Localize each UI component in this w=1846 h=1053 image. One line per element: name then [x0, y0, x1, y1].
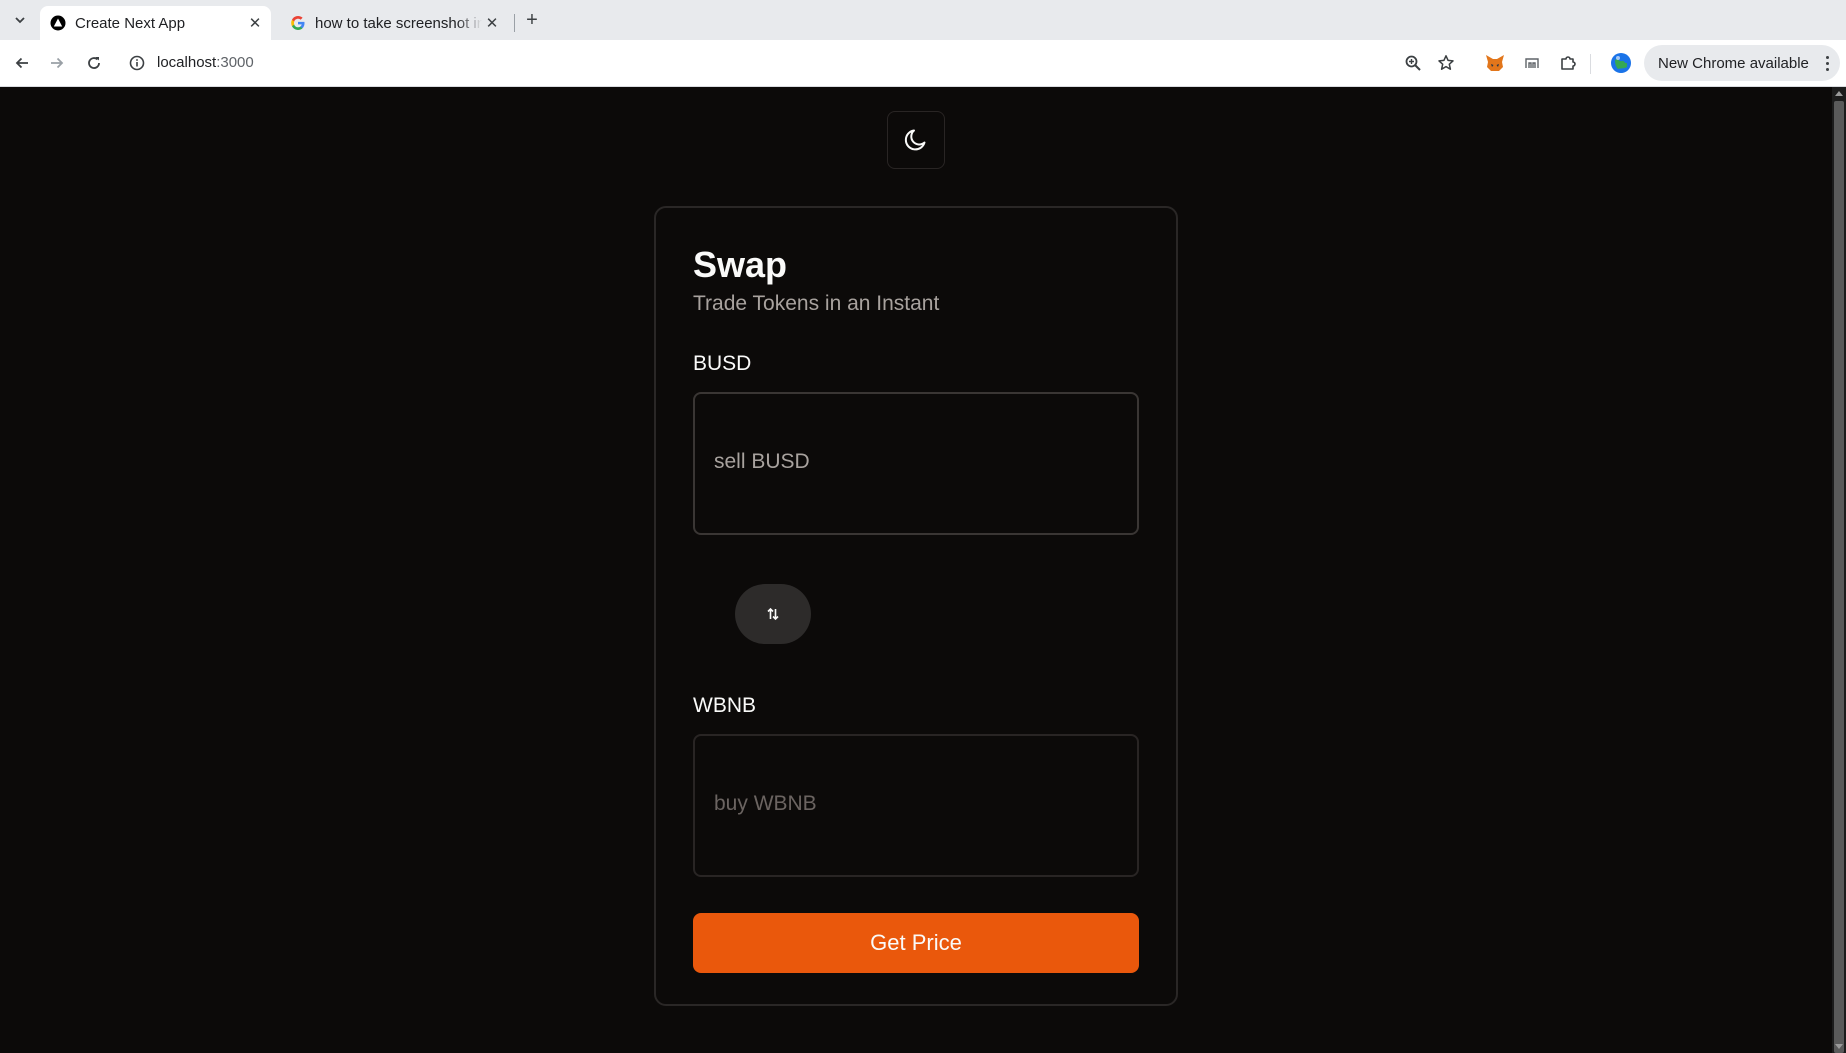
close-icon[interactable]: ✕	[482, 13, 502, 33]
reload-icon	[88, 57, 100, 69]
reload-button[interactable]	[82, 51, 106, 75]
browser-toolbar: localhost:3000 New Chrome available	[0, 40, 1846, 87]
extension-icon	[1525, 58, 1539, 68]
moon-icon	[904, 129, 926, 151]
forward-button[interactable]	[45, 51, 69, 75]
arrow-left-icon	[15, 57, 28, 69]
back-button[interactable]	[10, 51, 34, 75]
extensions-menu-button[interactable]	[1556, 51, 1580, 75]
scroll-down-arrow[interactable]	[1835, 1044, 1843, 1049]
arrow-right-icon	[51, 57, 64, 69]
get-price-button[interactable]: Get Price	[693, 913, 1139, 973]
nextjs-logo-icon	[50, 15, 66, 31]
tab-strip: Create Next App ✕ how to take screenshot…	[0, 0, 1846, 40]
page-viewport: Swap Trade Tokens in an Instant BUSD sel…	[0, 87, 1832, 1053]
google-logo-icon	[290, 15, 306, 31]
theme-toggle-button[interactable]	[887, 111, 945, 169]
buy-placeholder: buy WBNB	[714, 792, 817, 815]
tab-search-button[interactable]	[8, 8, 32, 32]
tab-create-next-app[interactable]: Create Next App ✕	[40, 6, 271, 40]
tab-divider	[514, 14, 515, 32]
kebab-menu-icon[interactable]	[1824, 54, 1830, 72]
swap-card: Swap Trade Tokens in an Instant BUSD sel…	[654, 206, 1178, 1006]
url-text[interactable]: localhost:3000	[157, 54, 254, 71]
scroll-up-arrow[interactable]	[1835, 91, 1843, 96]
close-icon[interactable]: ✕	[245, 13, 265, 33]
new-tab-button[interactable]: +	[520, 8, 544, 32]
chrome-update-label: New Chrome available	[1658, 54, 1809, 72]
metamask-fox-icon	[1486, 55, 1504, 71]
tab-google-search[interactable]: how to take screenshot in ✕	[280, 6, 508, 40]
globe-avatar-icon	[1611, 53, 1631, 73]
extension-button[interactable]	[1520, 51, 1544, 75]
page-scrollbar[interactable]	[1832, 87, 1846, 1053]
swap-direction-button[interactable]	[735, 584, 811, 644]
url-port: :3000	[216, 54, 254, 71]
profile-button[interactable]	[1609, 51, 1633, 75]
star-icon	[1438, 55, 1454, 70]
swap-arrows-icon	[767, 607, 779, 621]
toolbar-divider	[1590, 54, 1591, 74]
page-title: Swap	[693, 244, 788, 285]
sell-amount-input[interactable]: sell BUSD	[693, 392, 1139, 535]
chevron-down-icon	[15, 17, 25, 24]
zoom-icon	[1405, 55, 1421, 71]
buy-amount-input[interactable]: buy WBNB	[693, 734, 1139, 877]
address-bar[interactable]: localhost:3000	[122, 45, 1470, 81]
zoom-button[interactable]	[1401, 51, 1425, 75]
metamask-extension[interactable]	[1483, 51, 1507, 75]
info-icon[interactable]	[128, 54, 146, 72]
page-subtitle: Trade Tokens in an Instant	[693, 292, 940, 315]
chrome-update-button[interactable]: New Chrome available	[1644, 45, 1840, 81]
buy-token-label: WBNB	[693, 694, 756, 717]
sell-placeholder: sell BUSD	[714, 450, 810, 473]
url-host: localhost	[157, 54, 217, 71]
bookmark-button[interactable]	[1434, 51, 1458, 75]
puzzle-icon	[1561, 56, 1576, 70]
tab-title: how to take screenshot in	[315, 14, 482, 32]
tab-title: Create Next App	[75, 14, 186, 32]
scrollbar-thumb[interactable]	[1834, 101, 1844, 1053]
sell-token-label: BUSD	[693, 352, 752, 375]
